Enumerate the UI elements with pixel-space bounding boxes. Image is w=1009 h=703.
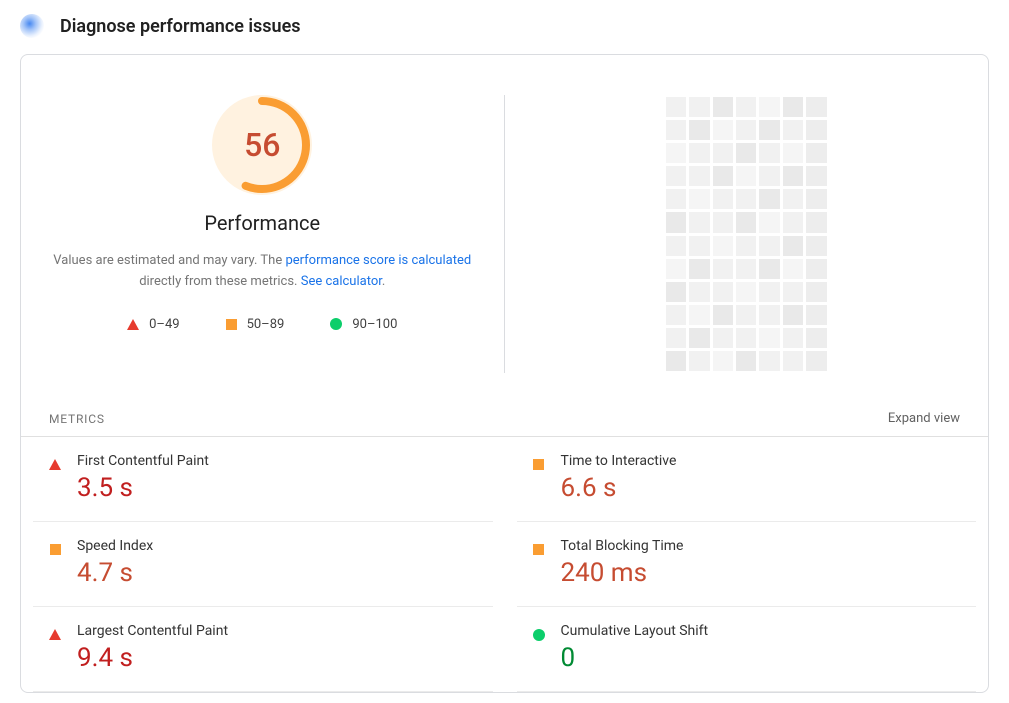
metric-name: Speed Index xyxy=(77,538,477,554)
preview-column xyxy=(505,95,989,373)
desc-text: Values are estimated and may vary. The xyxy=(53,253,285,268)
score-calc-link[interactable]: performance score is calculated xyxy=(285,253,471,268)
metric-value: 240 ms xyxy=(561,558,961,588)
metrics-label: METRICS xyxy=(49,412,105,426)
metric-row: First Contentful Paint 3.5 s xyxy=(33,437,493,522)
metric-value: 3.5 s xyxy=(77,473,477,503)
square-icon xyxy=(50,544,61,555)
metric-row: Speed Index 4.7 s xyxy=(33,522,493,607)
square-icon xyxy=(533,544,544,555)
summary-row: 56 Performance Values are estimated and … xyxy=(21,55,988,403)
performance-card: 56 Performance Values are estimated and … xyxy=(20,54,989,693)
legend-label: 0–49 xyxy=(149,317,179,332)
triangle-icon xyxy=(49,459,61,470)
metrics-header: METRICS Expand view xyxy=(21,403,988,437)
score-description: Values are estimated and may vary. The p… xyxy=(51,251,474,293)
metric-row: Cumulative Layout Shift 0 xyxy=(517,607,977,692)
triangle-icon xyxy=(127,319,139,330)
metrics-grid: First Contentful Paint 3.5 s Time to Inter… xyxy=(21,437,988,692)
metric-value: 9.4 s xyxy=(77,643,477,673)
metric-name: Time to Interactive xyxy=(561,453,961,469)
legend-label: 90–100 xyxy=(352,317,397,332)
metric-row: Largest Contentful Paint 9.4 s xyxy=(33,607,493,692)
score-gauge: 56 xyxy=(212,95,312,195)
triangle-icon xyxy=(49,629,61,640)
legend-item: 90–100 xyxy=(330,317,397,332)
square-icon xyxy=(226,319,237,330)
page-thumbnail xyxy=(664,95,829,373)
legend-item: 0–49 xyxy=(127,317,179,332)
circle-icon xyxy=(533,629,545,641)
legend-item: 50–89 xyxy=(226,317,285,332)
expand-view-button[interactable]: Expand view xyxy=(888,411,960,426)
desc-text: . xyxy=(382,274,385,289)
metric-name: Largest Contentful Paint xyxy=(77,623,477,639)
metric-value: 6.6 s xyxy=(561,473,961,503)
metric-row: Time to Interactive 6.6 s xyxy=(517,437,977,522)
score-legend: 0–49 50–89 90–100 xyxy=(127,317,397,332)
see-calculator-link[interactable]: See calculator xyxy=(301,274,382,289)
square-icon xyxy=(533,459,544,470)
score-category: Performance xyxy=(204,211,320,235)
metric-row: Total Blocking Time 240 ms xyxy=(517,522,977,607)
legend-label: 50–89 xyxy=(247,317,285,332)
metric-name: Cumulative Layout Shift xyxy=(561,623,961,639)
score-value: 56 xyxy=(212,95,312,195)
desc-text: directly from these metrics. xyxy=(139,274,301,289)
page-title: Diagnose performance issues xyxy=(60,16,301,37)
metric-name: Total Blocking Time xyxy=(561,538,961,554)
metric-value: 4.7 s xyxy=(77,558,477,588)
gauge-icon xyxy=(20,14,44,38)
circle-icon xyxy=(330,318,342,330)
metric-value: 0 xyxy=(561,643,961,673)
page-header: Diagnose performance issues xyxy=(20,10,989,54)
score-column: 56 Performance Values are estimated and … xyxy=(21,95,505,373)
metric-name: First Contentful Paint xyxy=(77,453,477,469)
